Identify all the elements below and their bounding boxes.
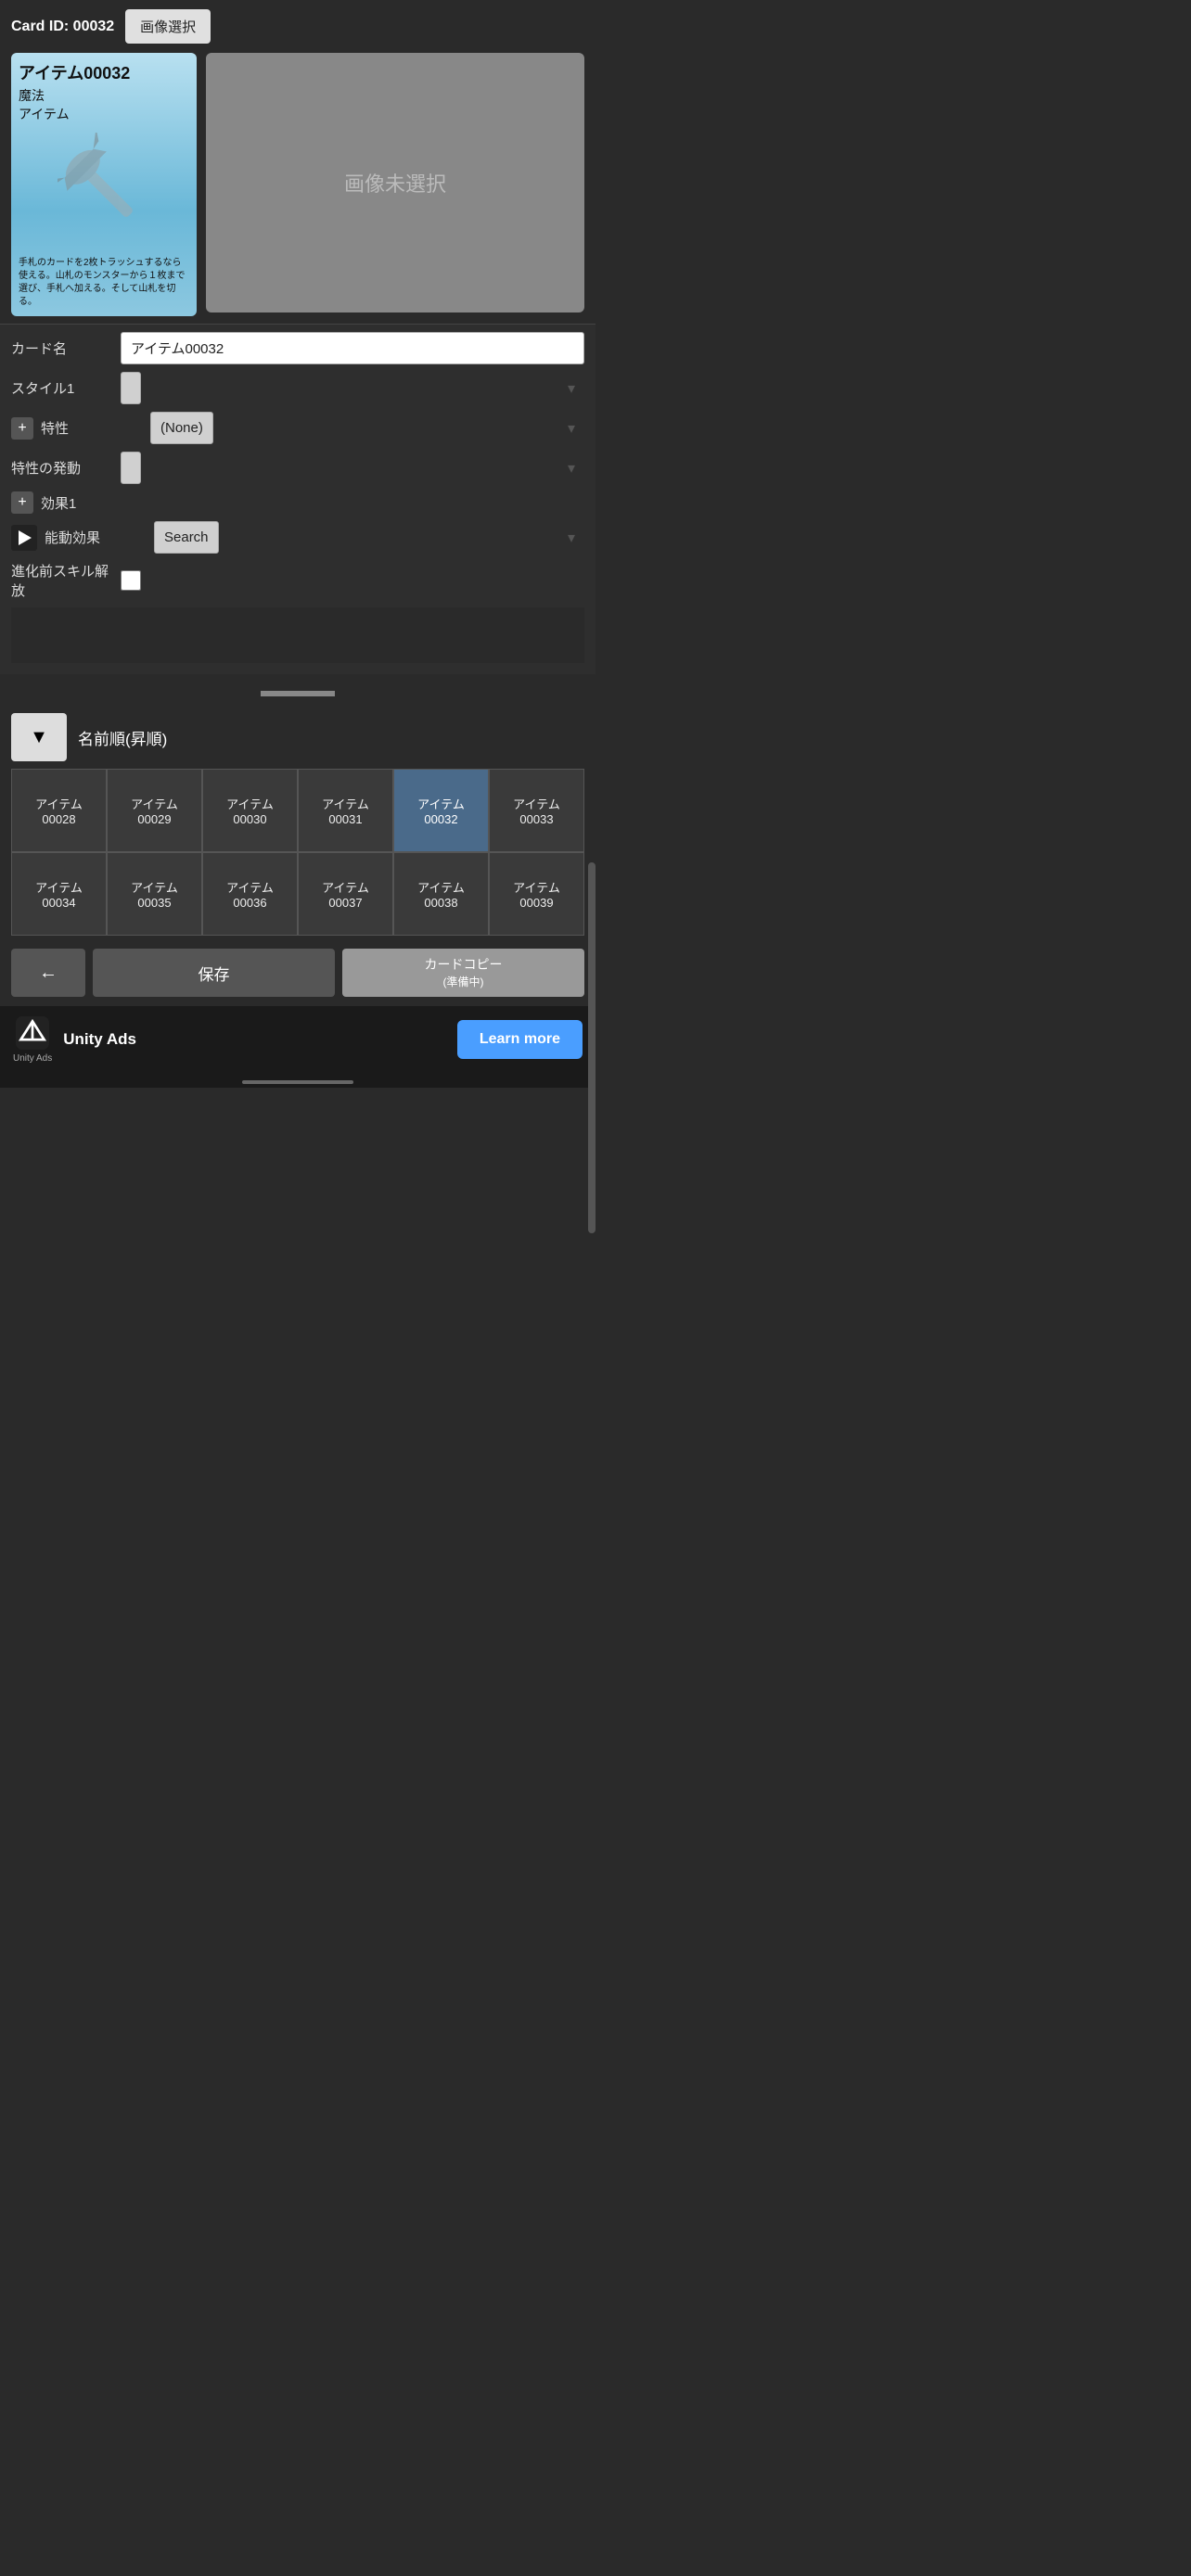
no-image-text: 画像未選択 xyxy=(344,168,446,198)
style1-select[interactable] xyxy=(121,372,141,404)
pickaxe-icon xyxy=(58,133,150,244)
divider-section xyxy=(0,682,596,706)
card-name-label: カード名 xyxy=(11,338,113,358)
effect1-label: 効果1 xyxy=(41,493,143,513)
bottom-buttons: ← 保存 カードコピー(準備中) xyxy=(0,939,596,1006)
list-item[interactable]: アイテム00038 xyxy=(393,852,489,936)
save-button[interactable]: 保存 xyxy=(93,949,335,997)
card-image-area xyxy=(19,123,189,253)
card-type2: アイテム xyxy=(19,105,189,123)
image-select-button[interactable]: 画像選択 xyxy=(125,9,211,44)
list-item[interactable]: アイテム00036 xyxy=(202,852,298,936)
ad-banner: Unity Ads Unity Ads Learn more xyxy=(0,1006,596,1073)
sort-bar: ▼ 名前順(昇順) xyxy=(0,706,596,769)
evolve-skill-row: 進化前スキル解放 xyxy=(11,561,584,600)
form-section: カード名 スタイル1 + 特性 (None) 特性の発動 + 効果 xyxy=(0,324,596,674)
back-button[interactable]: ← xyxy=(11,949,85,997)
style1-label: スタイル1 xyxy=(11,378,113,398)
top-bar: Card ID: 00032 画像選択 xyxy=(0,0,596,53)
card-title: アイテム00032 xyxy=(19,60,189,84)
card-id-label: Card ID: 00032 xyxy=(11,19,114,35)
card-description: 手札のカードを2枚トラッシュするなら使える。山札のモンスターから１枚まで選び、手… xyxy=(19,257,189,309)
trait-select-wrapper: (None) xyxy=(150,412,584,444)
sort-label: 名前順(昇順) xyxy=(78,726,167,749)
trait-trigger-row: 特性の発動 xyxy=(11,452,584,484)
unity-logo-area: Unity Ads xyxy=(13,1016,52,1064)
card-grid: アイテム00028 アイテム00029 アイテム00030 アイテム00031 … xyxy=(0,769,596,936)
play-button[interactable] xyxy=(11,525,37,551)
unity-small-label: Unity Ads xyxy=(13,1053,52,1064)
list-item[interactable]: アイテム00037 xyxy=(298,852,393,936)
scrollbar[interactable] xyxy=(588,862,596,1233)
card-name-row: カード名 xyxy=(11,332,584,364)
home-bar xyxy=(242,1080,353,1084)
trait-trigger-select[interactable] xyxy=(121,452,141,484)
trait-trigger-label: 特性の発動 xyxy=(11,458,113,478)
card-type1: 魔法 xyxy=(19,86,189,105)
drag-handle[interactable] xyxy=(261,691,335,696)
evolve-label: 進化前スキル解放 xyxy=(11,561,113,600)
list-item[interactable]: アイテム00033 xyxy=(489,769,584,852)
active-effect-select-wrapper: Search xyxy=(154,521,584,554)
active-effect-row: 能動効果 Search xyxy=(11,521,584,554)
effect1-add-button[interactable]: + xyxy=(11,491,33,514)
card-preview: アイテム00032 魔法 アイテム 手札のカードを2枚トラッシュするなら使える。… xyxy=(11,53,197,316)
list-item[interactable]: アイテム00030 xyxy=(202,769,298,852)
list-item[interactable]: アイテム00029 xyxy=(107,769,202,852)
trait-select[interactable]: (None) xyxy=(150,412,213,444)
sort-dropdown-button[interactable]: ▼ xyxy=(11,713,67,761)
card-name-input[interactable] xyxy=(121,332,584,364)
trait-trigger-select-wrapper xyxy=(121,452,584,484)
card-preview-area: アイテム00032 魔法 アイテム 手札のカードを2枚トラッシュするなら使える。… xyxy=(0,53,596,324)
evolve-checkbox[interactable] xyxy=(121,570,141,591)
list-item[interactable]: アイテム00034 xyxy=(11,852,107,936)
learn-more-button[interactable]: Learn more xyxy=(457,1020,583,1059)
list-item[interactable]: アイテム00039 xyxy=(489,852,584,936)
home-indicator xyxy=(0,1073,596,1088)
trait-label: 特性 xyxy=(41,418,143,438)
unity-ads-text: Unity Ads xyxy=(63,1030,446,1049)
style1-select-wrapper xyxy=(121,372,584,404)
list-item[interactable]: アイテム00031 xyxy=(298,769,393,852)
list-item[interactable]: アイテム00032 xyxy=(393,769,489,852)
trait-add-button[interactable]: + xyxy=(11,417,33,440)
effect1-row: + 効果1 xyxy=(11,491,584,514)
no-image-area: 画像未選択 xyxy=(206,53,584,312)
active-effect-select[interactable]: Search xyxy=(154,521,219,554)
list-item[interactable]: アイテム00035 xyxy=(107,852,202,936)
trait-row: + 特性 (None) xyxy=(11,412,584,444)
copy-button[interactable]: カードコピー(準備中) xyxy=(342,949,584,997)
style1-row: スタイル1 xyxy=(11,372,584,404)
list-item[interactable]: アイテム00028 xyxy=(11,769,107,852)
unity-ads-icon xyxy=(16,1016,49,1050)
play-icon xyxy=(19,530,32,545)
form-empty-space xyxy=(11,607,584,663)
active-effect-label: 能動効果 xyxy=(45,528,147,547)
